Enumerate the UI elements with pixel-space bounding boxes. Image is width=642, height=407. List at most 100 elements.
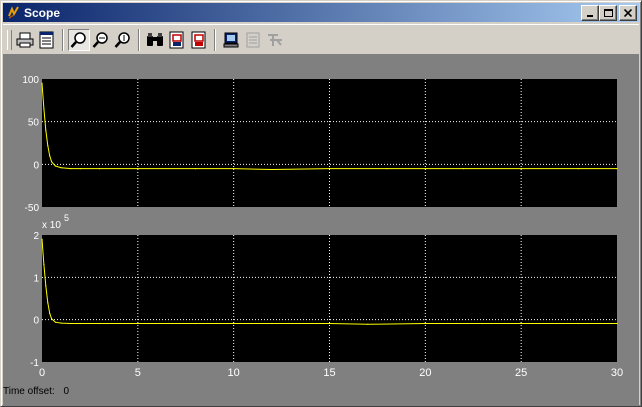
floating-scope-icon [223, 32, 239, 47]
scope-plots: -50050100-10120 5 10 15 20 25 30x 105 [22, 75, 623, 379]
trace-point [70, 168, 72, 170]
trace-point [578, 322, 580, 325]
ytick-label: 0 [33, 316, 39, 327]
ytick-label: 50 [28, 118, 40, 129]
restore-axes-button[interactable] [188, 29, 210, 51]
toolbar [3, 24, 639, 55]
ytick-label: 0 [33, 160, 39, 171]
zoom-y-button[interactable] [112, 29, 134, 51]
zoom-y-icon [114, 31, 130, 48]
trace-point [60, 322, 62, 324]
trace-point [47, 302, 49, 304]
trace-point [367, 323, 369, 325]
trace-point [43, 264, 45, 266]
trace-point [578, 168, 580, 170]
trace-point [54, 321, 57, 323]
maximize-button[interactable] [599, 4, 617, 21]
floating-scope-button[interactable] [220, 29, 242, 51]
xtick-label: 5 [135, 367, 141, 379]
trace-point [137, 168, 139, 170]
zoom-x-icon [92, 31, 108, 48]
trace-point [616, 168, 618, 170]
lock-axes-icon [246, 32, 260, 47]
trace-point [328, 168, 331, 170]
close-button[interactable] [619, 4, 637, 21]
ytick-label: 100 [22, 75, 39, 86]
time-offset-label: Time offset: [3, 386, 55, 397]
trace-point [386, 168, 388, 170]
xtick-label: 20 [419, 367, 431, 379]
trace-point [70, 322, 72, 325]
trace-point [54, 165, 57, 167]
lock-axes-button[interactable] [242, 29, 264, 51]
axis-multiplier: x 10 [42, 220, 61, 231]
save-axes-button[interactable] [166, 29, 188, 51]
toolbar-grip[interactable] [7, 29, 12, 50]
window-title: Scope [24, 5, 61, 20]
toolbar-separator [138, 28, 140, 51]
trace-point [424, 168, 426, 170]
ytick-label: 1 [33, 273, 39, 284]
toolbar-separator [214, 28, 216, 51]
trace-point [98, 168, 101, 170]
trace-point [50, 318, 53, 320]
restore-axes-icon [191, 31, 206, 48]
trace-point [328, 322, 331, 325]
zoom-x-button[interactable] [90, 29, 112, 51]
trace-point [424, 322, 426, 325]
printer-icon [16, 32, 34, 47]
xtick-label: 0 [39, 367, 45, 379]
trace-point [616, 322, 618, 325]
trace-point [41, 238, 43, 240]
xtick-label: 15 [323, 367, 335, 379]
trace-point [79, 168, 81, 170]
trace-point [520, 322, 522, 325]
trace-point [194, 322, 196, 325]
time-offset-value: 0 [63, 386, 70, 397]
trace-point [271, 322, 273, 325]
scope-plot-area: -50 0 50 100 -1 0 1 2 0 5 10 15 20 25 30 x 10 5 [3, 55, 639, 405]
trace-point [79, 322, 81, 325]
trace-point [463, 168, 465, 170]
trace-point [233, 322, 235, 325]
trace-point [43, 108, 45, 110]
trace-point [137, 322, 139, 325]
trace-point [49, 312, 51, 314]
signal-selector-button[interactable] [264, 29, 286, 51]
zoom-button[interactable] [68, 28, 90, 51]
maximize-icon [603, 8, 613, 17]
scope-window: Scope -50 0 50 100 -1 0 1 2 0 5 10 15 20… [0, 0, 642, 407]
zoom-icon [70, 31, 86, 48]
trace-point [49, 155, 51, 157]
axis-multiplier-exponent: 5 [64, 213, 69, 223]
trace-point [50, 161, 53, 163]
toolbar-separator [62, 28, 64, 51]
xtick-label: 10 [228, 367, 240, 379]
binoculars-icon [147, 32, 163, 46]
scope-app-icon [6, 6, 20, 20]
trace-point [520, 168, 522, 170]
ytick-label: -50 [25, 203, 40, 214]
trace-point [45, 285, 47, 287]
ytick-label: 2 [33, 231, 39, 242]
save-axes-icon [169, 31, 184, 48]
trace-point [271, 168, 273, 171]
minimize-button[interactable] [581, 4, 599, 21]
trace-point [45, 129, 47, 131]
trace-point [482, 322, 484, 325]
trace-point [233, 168, 235, 170]
minimize-icon [587, 14, 593, 17]
autoscale-button[interactable] [144, 29, 166, 51]
xtick-label: 25 [515, 367, 527, 379]
title-bar[interactable]: Scope [3, 3, 639, 22]
trace-point [47, 144, 49, 147]
close-icon [624, 8, 632, 17]
signal-selector-icon [268, 33, 282, 46]
parameters-icon [39, 31, 54, 48]
trace-point [98, 322, 101, 325]
trace-point [60, 167, 62, 169]
trace-point [41, 82, 43, 84]
print-button[interactable] [14, 29, 36, 51]
trace-point [194, 168, 196, 170]
parameters-button[interactable] [36, 29, 58, 51]
